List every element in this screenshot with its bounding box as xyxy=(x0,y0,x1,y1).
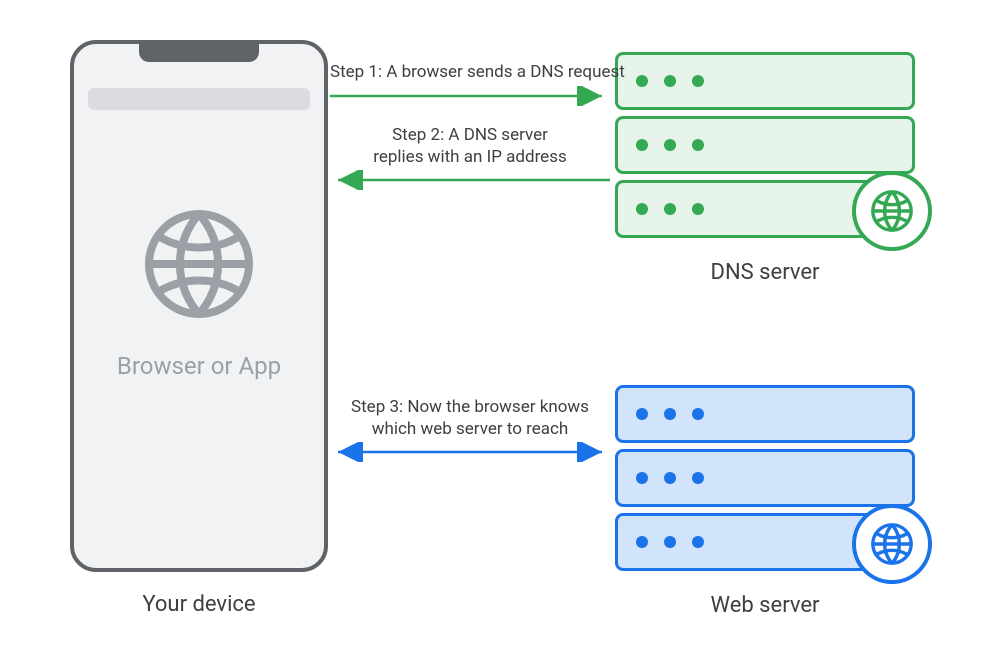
indicator-dot xyxy=(636,139,648,151)
indicator-dot xyxy=(692,408,704,420)
globe-icon xyxy=(139,309,259,328)
indicator-dot xyxy=(636,472,648,484)
server-rack xyxy=(615,180,915,238)
step-3-arrow xyxy=(330,442,610,466)
indicator-dot xyxy=(664,203,676,215)
dns-globe-badge xyxy=(852,171,932,251)
indicator-dot xyxy=(692,536,704,548)
device-caption: Your device xyxy=(70,592,328,617)
server-rack xyxy=(615,52,915,110)
web-caption: Web server xyxy=(610,593,920,618)
dns-caption: DNS server xyxy=(610,260,920,285)
server-rack xyxy=(615,449,915,507)
step-3-label-line2: which web server to reach xyxy=(330,419,610,439)
browser-or-app-label: Browser or App xyxy=(74,352,324,380)
indicator-dot xyxy=(664,472,676,484)
step-2-label-line2: replies with an IP address xyxy=(330,147,610,167)
step-1-label: Step 1: A browser sends a DNS request xyxy=(330,62,610,82)
server-rack xyxy=(615,116,915,174)
indicator-dot xyxy=(692,203,704,215)
indicator-dot xyxy=(692,139,704,151)
address-bar xyxy=(88,88,310,110)
phone-center: Browser or App xyxy=(74,204,324,380)
phone-device: Browser or App xyxy=(70,40,328,572)
indicator-dot xyxy=(636,75,648,87)
indicator-dot xyxy=(636,408,648,420)
indicator-dot xyxy=(664,75,676,87)
indicator-dot xyxy=(664,536,676,548)
indicator-dot xyxy=(692,472,704,484)
indicator-dot xyxy=(636,203,648,215)
phone-notch xyxy=(139,40,259,62)
step-1-arrow xyxy=(330,86,610,110)
indicator-dot xyxy=(664,408,676,420)
indicator-dot xyxy=(692,75,704,87)
server-rack xyxy=(615,385,915,443)
web-server xyxy=(615,385,915,571)
step-2-label-line1: Step 2: A DNS server xyxy=(330,125,610,145)
server-rack xyxy=(615,513,915,571)
dns-server xyxy=(615,52,915,238)
step-2-arrow xyxy=(330,170,610,194)
indicator-dot xyxy=(636,536,648,548)
step-3-label-line1: Step 3: Now the browser knows xyxy=(330,397,610,417)
web-globe-badge xyxy=(852,504,932,584)
indicator-dot xyxy=(664,139,676,151)
